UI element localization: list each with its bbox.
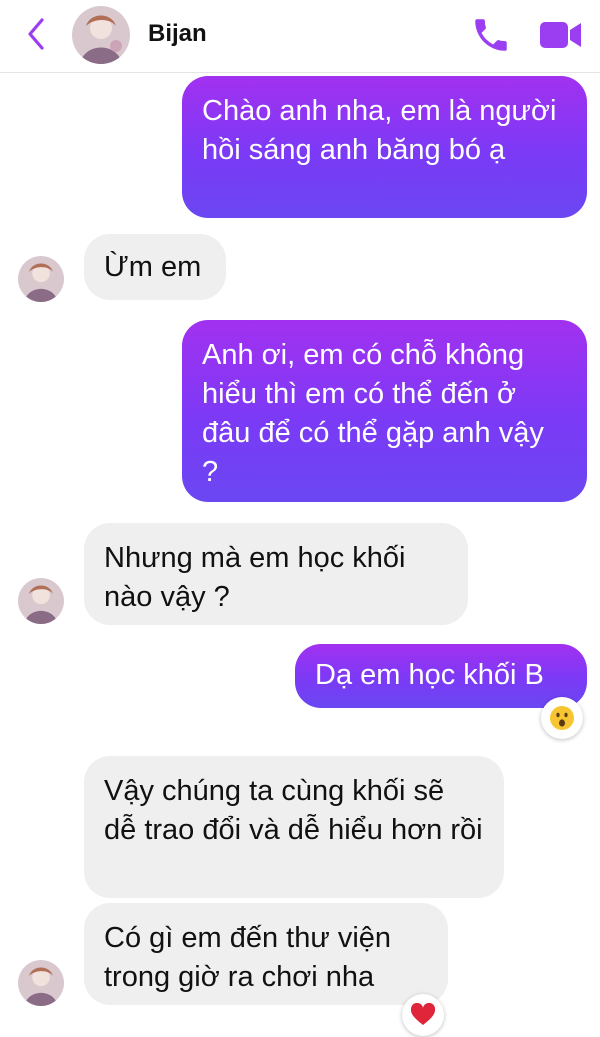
contact-name[interactable]: Bijan — [148, 20, 207, 48]
video-camera-icon — [540, 22, 581, 48]
message-reaction[interactable] — [541, 697, 583, 739]
message-text: Chào anh nha, em là người hồi sáng anh b… — [202, 95, 557, 166]
message-bubble-sent[interactable]: Chào anh nha, em là người hồi sáng anh b… — [182, 76, 587, 218]
red-heart-icon — [410, 1003, 436, 1025]
message-bubble-received[interactable]: Có gì em đến thư viện trong giờ ra chơi … — [84, 903, 448, 1005]
message-text: Vậy chúng ta cùng khối sẽ dễ trao đổi và… — [104, 775, 483, 846]
chevron-left-icon — [28, 18, 44, 50]
avatar-image — [72, 6, 130, 64]
message-text: Có gì em đến thư viện trong giờ ra chơi … — [104, 922, 392, 993]
back-button[interactable] — [22, 16, 52, 52]
message-reaction[interactable] — [402, 994, 444, 1036]
sender-avatar[interactable] — [18, 256, 64, 302]
phone-icon — [475, 19, 507, 51]
message-text: Dạ em học khối B — [315, 659, 544, 691]
message-text: Anh ơi, em có chỗ không hiểu thì em có t… — [202, 339, 544, 488]
message-bubble-received[interactable]: Ừm em — [84, 234, 226, 300]
message-text: Ừm em — [104, 251, 202, 283]
message-bubble-received[interactable]: Nhưng mà em học khối nào vậy ? — [84, 523, 468, 625]
avatar-image — [18, 578, 64, 624]
message-bubble-sent[interactable]: Anh ơi, em có chỗ không hiểu thì em có t… — [182, 320, 587, 502]
message-text: Nhưng mà em học khối nào vậy ? — [104, 542, 406, 613]
surprised-face-icon — [550, 706, 574, 730]
contact-avatar[interactable] — [72, 6, 130, 64]
video-call-button[interactable] — [538, 18, 584, 52]
sender-avatar[interactable] — [18, 960, 64, 1006]
sender-avatar[interactable] — [18, 578, 64, 624]
message-bubble-received[interactable]: Vậy chúng ta cùng khối sẽ dễ trao đổi và… — [84, 756, 504, 898]
chat-header: Bijan — [0, 0, 600, 73]
avatar-image — [18, 256, 64, 302]
avatar-image — [18, 960, 64, 1006]
message-bubble-sent[interactable]: Dạ em học khối B — [295, 644, 587, 708]
voice-call-button[interactable] — [470, 14, 512, 56]
